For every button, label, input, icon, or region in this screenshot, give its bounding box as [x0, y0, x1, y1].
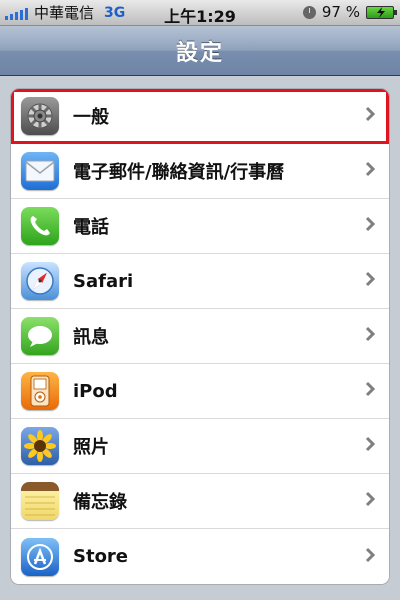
battery-percent: 97 % — [321, 3, 360, 21]
settings-item-safari[interactable]: Safari — [11, 254, 389, 309]
settings-item-label: iPod — [73, 380, 118, 402]
chevron-right-icon — [365, 436, 376, 456]
settings-item-general[interactable]: 一般 — [11, 89, 389, 144]
settings-item-label: 一般 — [73, 107, 109, 128]
settings-list: 一般 電子郵件/聯絡資訊/行事曆 電話 Safari 訊息 iPod 照片 備忘… — [10, 88, 390, 585]
phone-icon — [21, 207, 59, 245]
sunflower-icon — [21, 427, 59, 465]
settings-item-store[interactable]: Store — [11, 529, 389, 584]
status-bar: 中華電信 3G 上午1:29 97 % — [0, 0, 400, 26]
page-title: 設定 — [175, 40, 224, 66]
compass-icon — [21, 262, 59, 300]
chevron-right-icon — [365, 216, 376, 236]
speech-bubble-icon — [21, 317, 59, 355]
settings-item-messages[interactable]: 訊息 — [11, 309, 389, 364]
settings-item-label: Store — [73, 546, 129, 567]
settings-item-label: Safari — [73, 270, 134, 292]
settings-item-label: 備忘錄 — [73, 492, 127, 513]
chevron-right-icon — [365, 161, 376, 181]
app-store-icon — [21, 537, 59, 576]
mail-icon — [21, 152, 59, 190]
navigation-bar: 設定 — [0, 26, 400, 76]
battery-icon — [366, 5, 397, 19]
settings-item-label: 訊息 — [73, 327, 109, 348]
settings-item-label: 電子郵件/聯絡資訊/行事曆 — [73, 162, 285, 183]
settings-item-notes[interactable]: 備忘錄 — [11, 474, 389, 529]
settings-item-mail-contacts-calendar[interactable]: 電子郵件/聯絡資訊/行事曆 — [11, 144, 389, 199]
chevron-right-icon — [365, 271, 376, 291]
chevron-right-icon — [365, 547, 376, 566]
settings-item-label: 電話 — [73, 217, 109, 238]
chevron-right-icon — [365, 326, 376, 346]
settings-item-label: 照片 — [73, 437, 109, 458]
notepad-icon — [21, 482, 59, 520]
chevron-right-icon — [365, 491, 376, 511]
settings-item-photos[interactable]: 照片 — [11, 419, 389, 474]
alarm-clock-icon — [302, 5, 316, 19]
settings-item-ipod[interactable]: iPod — [11, 364, 389, 419]
chevron-right-icon — [365, 106, 376, 126]
settings-item-phone[interactable]: 電話 — [11, 199, 389, 254]
gear-icon — [21, 97, 59, 135]
chevron-right-icon — [365, 381, 376, 401]
ipod-icon — [21, 372, 59, 410]
